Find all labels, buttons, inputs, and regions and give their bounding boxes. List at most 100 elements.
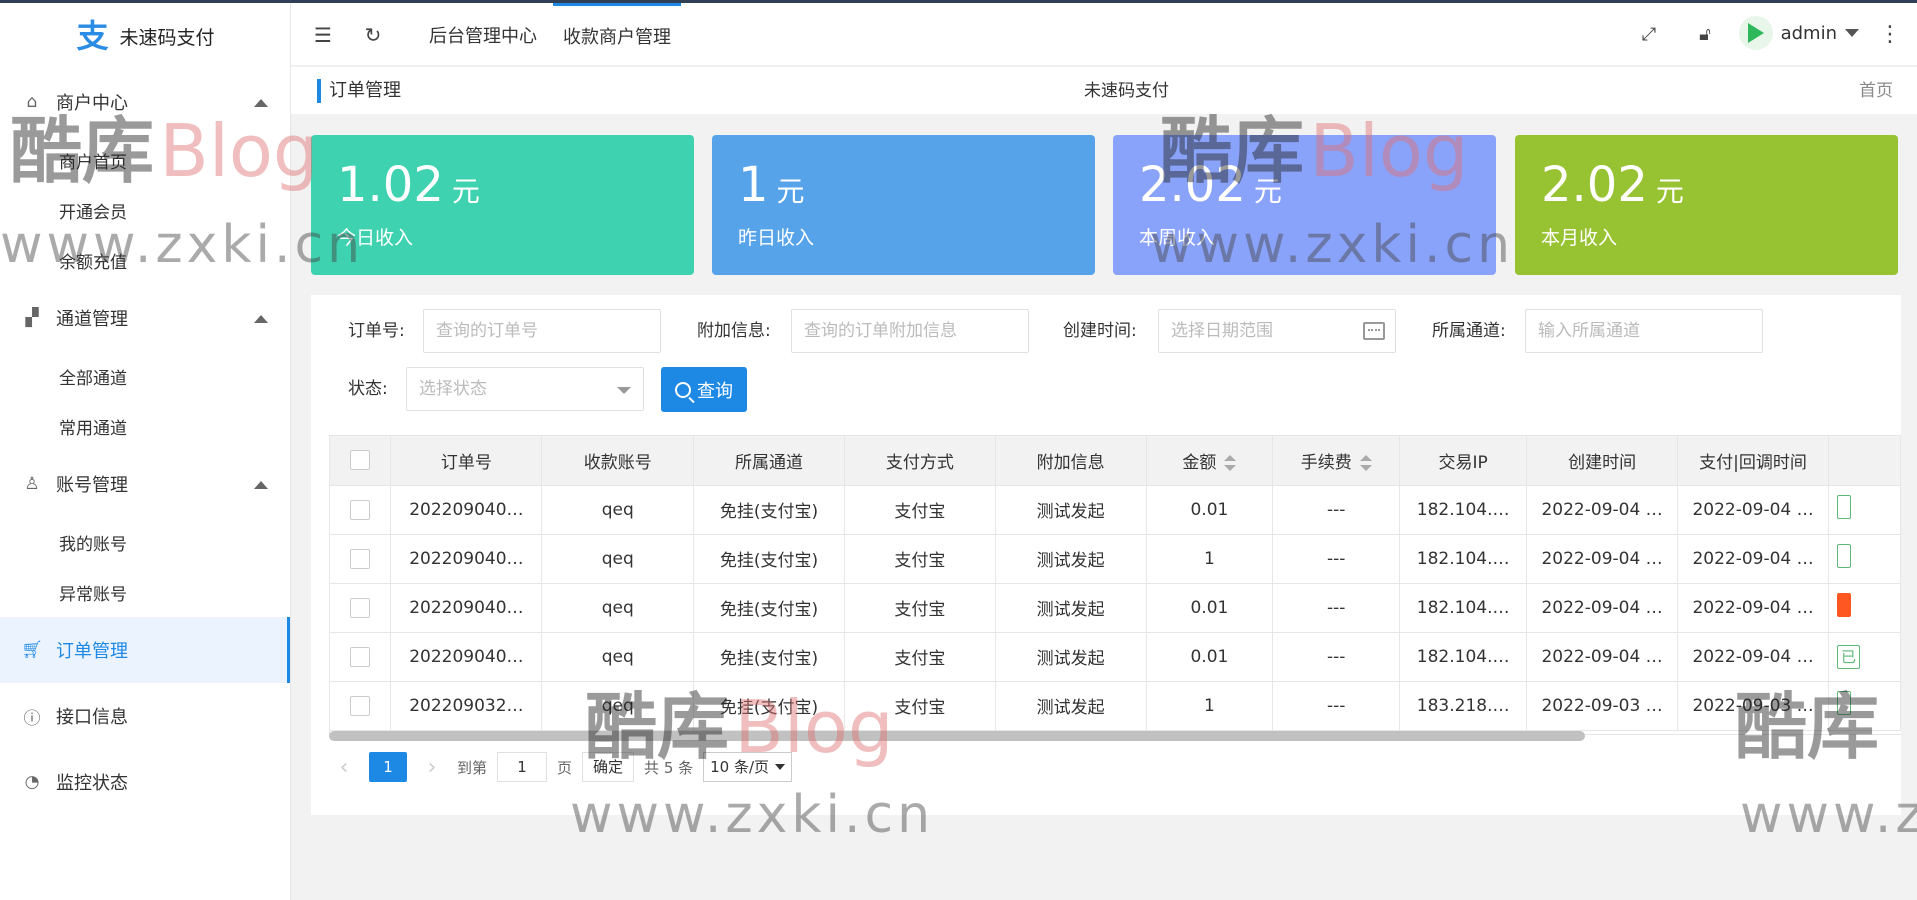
checkbox[interactable] (350, 450, 371, 471)
row-checkbox[interactable] (330, 534, 392, 584)
col-fee-label: 手续费 (1300, 452, 1352, 473)
checkbox[interactable] (350, 548, 371, 569)
total-count: 共 5 条 (644, 758, 694, 777)
tab-merchant-manage[interactable]: 收款商户管理 (553, 3, 681, 66)
page-unit-label: 页 (557, 758, 573, 777)
created-time-label: 创建时间: (1063, 321, 1137, 341)
sort-icon[interactable] (1224, 454, 1237, 471)
next-page-icon[interactable]: › (417, 751, 447, 783)
select-all-checkbox[interactable] (330, 436, 392, 486)
query-button[interactable]: 查询 (661, 367, 747, 412)
row-checkbox[interactable] (330, 632, 392, 682)
status-placeholder: 选择状态 (419, 379, 487, 399)
cell-amount: 1 (1146, 681, 1274, 731)
cell-channel: 免挂(支付宝) (693, 534, 845, 584)
channel-label: 所属通道: (1432, 321, 1506, 341)
menu-toggle-icon[interactable]: ☰ (305, 3, 341, 66)
card-unit: 元 (776, 175, 805, 208)
cell-ip: 182.104.… (1399, 485, 1528, 535)
checkbox[interactable] (350, 646, 371, 667)
checkbox[interactable] (350, 695, 371, 716)
cell-amount: 0.01 (1146, 632, 1274, 682)
table-row[interactable]: 202209040… qeq 免挂(支付宝) 支付宝 测试发起 0.01 --- 182.10… (330, 632, 1901, 682)
date-range-input[interactable]: 选择日期范围 (1158, 309, 1396, 353)
cell-created: 2022-09-04 … (1526, 583, 1679, 633)
cell-method: 支付宝 (844, 681, 996, 731)
col-method: 支付方式 (844, 436, 996, 486)
table-row[interactable]: 202209040… qeq 免挂(支付宝) 支付宝 测试发起 0.01 --- 182.10… (330, 583, 1901, 633)
breadcrumb-home-link[interactable]: 首页 (1859, 79, 1893, 103)
refresh-icon[interactable]: ↻ (355, 3, 391, 66)
nav-order-manage[interactable]: 🛒︎ 订单管理 (0, 617, 290, 683)
nav-all-channels[interactable]: 全部通道 (0, 351, 290, 401)
prev-page-icon[interactable]: ‹ (329, 751, 359, 783)
card-amount: 1.02 (337, 157, 444, 213)
checkbox[interactable] (350, 597, 371, 618)
nav-merchant-home[interactable]: 商户首页 (0, 135, 290, 185)
row-checkbox[interactable] (330, 681, 392, 731)
nav-channel-manage[interactable]: ▞ 通道管理 (0, 285, 290, 351)
page-size-select[interactable]: 10 条/页 (703, 752, 793, 782)
channel-input[interactable]: 输入所属通道 (1525, 309, 1763, 353)
goto-confirm-button[interactable]: 确定 (582, 752, 635, 782)
card-amount: 2.02 (1541, 157, 1648, 213)
fullscreen-icon[interactable]: ⤢ (1631, 3, 1667, 66)
cell-extra: 测试发起 (995, 681, 1147, 731)
nav-label: 监控状态 (56, 773, 128, 794)
lock-icon[interactable]: 🔓︎ (1687, 3, 1723, 66)
row-checkbox[interactable] (330, 485, 392, 535)
nav-merchant-center[interactable]: ⌂ 商户中心 (0, 69, 290, 135)
cell-order-no: 202209040… (390, 583, 543, 633)
nav-open-member[interactable]: 开通会员 (0, 185, 290, 235)
col-amount[interactable]: 金额 (1146, 436, 1274, 486)
cell-ip: 183.218.… (1399, 681, 1528, 731)
cell-fee: --- (1272, 485, 1401, 535)
cell-order-no: 202209040… (390, 534, 543, 584)
horizontal-scrollbar[interactable] (329, 731, 1585, 741)
table-row[interactable]: 202209032… qeq 免挂(支付宝) 支付宝 测试发起 1 --- 183.218.…… (330, 681, 1901, 731)
more-vertical-icon[interactable]: ⋮ (1875, 3, 1905, 66)
nav-group-merchant: ⌂ 商户中心 商户首页 开通会员 余额充值 (0, 69, 290, 285)
nav-balance-recharge[interactable]: 余额充值 (0, 235, 290, 285)
nav-account-manage[interactable]: ♙ 账号管理 (0, 451, 290, 517)
nav-common-channels[interactable]: 常用通道 (0, 401, 290, 451)
table-row[interactable]: 202209040… qeq 免挂(支付宝) 支付宝 测试发起 0.01 --- 182.10… (330, 485, 1901, 535)
cell-created: 2022-09-03 … (1526, 681, 1679, 731)
table-row[interactable]: 202209040… qeq 免挂(支付宝) 支付宝 测试发起 1 --- 182.104.…… (330, 534, 1901, 584)
nav-abnormal-account[interactable]: 异常账号 (0, 567, 290, 617)
user-menu[interactable]: admin (1738, 16, 1859, 50)
status-select[interactable]: 选择状态 (406, 367, 644, 411)
cell-order-no: 202209032… (390, 681, 543, 731)
sidebar: 支 未速码支付 ⌂ 商户中心 商户首页 开通会员 余额充值 ▞ 通道管理 全部通… (0, 3, 291, 900)
goto-page-input[interactable]: 1 (497, 752, 548, 782)
app-logo[interactable]: 支 未速码支付 (0, 3, 290, 69)
nav-my-account[interactable]: 我的账号 (0, 517, 290, 567)
nav-monitor-status[interactable]: ◔ 监控状态 (0, 749, 290, 815)
cell-extra: 测试发起 (995, 534, 1147, 584)
cell-amount: 0.01 (1146, 485, 1274, 535)
card-today-income: 1.02 元 今日收入 (311, 135, 694, 275)
col-fee[interactable]: 手续费 (1272, 436, 1401, 486)
cell-paid: 2022-09-04 … (1677, 485, 1830, 535)
avatar (1738, 16, 1773, 50)
page-size-value: 10 条/页 (710, 758, 770, 776)
cell-created: 2022-09-04 … (1526, 485, 1679, 535)
extra-info-input[interactable]: 查询的订单附加信息 (791, 309, 1029, 353)
cell-status (1828, 485, 1901, 535)
cell-amount: 0.01 (1146, 583, 1274, 633)
tab-label: 收款商户管理 (563, 27, 671, 48)
col-ip: 交易IP (1399, 436, 1528, 486)
cell-paid: 2022-09-04 … (1677, 632, 1830, 682)
extra-info-label: 附加信息: (697, 321, 771, 341)
cart-icon: 🛒︎ (21, 640, 43, 660)
page-current[interactable]: 1 (369, 752, 407, 782)
checkbox[interactable] (350, 499, 371, 520)
tab-admin-center[interactable]: 后台管理中心 (429, 3, 537, 66)
row-checkbox[interactable] (330, 583, 392, 633)
nav-api-info[interactable]: ⓘ 接口信息 (0, 683, 290, 749)
card-unit: 元 (451, 175, 480, 208)
cell-fee: --- (1272, 534, 1401, 584)
sort-icon[interactable] (1359, 454, 1372, 471)
user-icon: ♙ (24, 474, 40, 494)
order-no-input[interactable]: 查询的订单号 (423, 309, 661, 353)
